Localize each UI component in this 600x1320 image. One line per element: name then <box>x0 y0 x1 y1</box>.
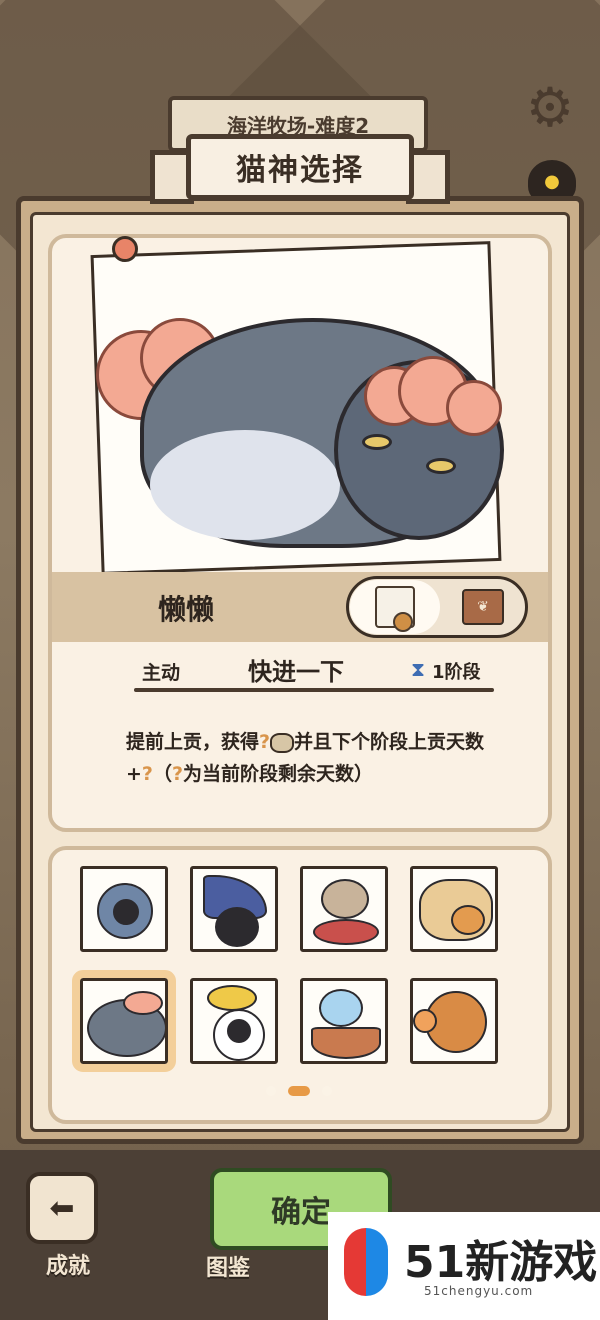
desc-text: 提前上贡，获得 <box>126 731 260 753</box>
hourglass-icon: ⧗ <box>410 657 426 681</box>
watermark-url: 51chengyu.com <box>424 1284 534 1298</box>
certificate-icon <box>375 586 415 632</box>
cat-slot-lazy-selected[interactable] <box>72 970 176 1072</box>
book-label[interactable]: 图鉴 <box>206 1250 250 1282</box>
title-banner: 猫神选择 <box>186 134 414 200</box>
cat-slot-wizard[interactable] <box>190 866 278 952</box>
question-icon: ? <box>259 731 271 753</box>
certificate-button[interactable] <box>350 580 440 634</box>
shirt-icon: ❦ <box>462 589 504 625</box>
cat-slot-siamese[interactable] <box>300 866 388 952</box>
desc-text: 为当前阶段剩余天数） <box>183 763 374 785</box>
gear-icon[interactable]: ⚙ <box>522 80 578 136</box>
tribute-icon <box>270 732 295 753</box>
pin-icon <box>112 236 138 262</box>
cat-belly <box>150 430 340 540</box>
cat-name: 懒懒 <box>158 593 215 626</box>
question-icon: ? <box>141 763 153 785</box>
skill-name: 快进一下 <box>248 658 344 686</box>
page-title: 猫神选择 <box>236 153 364 188</box>
desc-text: （ <box>152 763 172 785</box>
page-dot[interactable] <box>322 1086 332 1096</box>
cat-eye <box>426 458 456 474</box>
question-icon: ? <box>171 763 183 785</box>
cat-slot-pudding[interactable] <box>190 978 278 1064</box>
back-arrow-icon[interactable]: ⬅ <box>26 1172 98 1244</box>
skill-description: 提前上贡，获得? 并且下个阶段上贡天数+?（?为当前阶段剩余天数） <box>126 726 486 790</box>
achievement-label[interactable]: 成就 <box>46 1248 90 1280</box>
cat-slot-bread[interactable] <box>410 866 498 952</box>
cat-slot-tiger[interactable] <box>410 978 498 1064</box>
cat-slot-bath[interactable] <box>300 978 388 1064</box>
watermark-text: 51新游戏 <box>404 1237 598 1288</box>
page-dot-active[interactable] <box>288 1086 310 1096</box>
divider <box>134 688 494 692</box>
cat-fluff <box>446 380 502 436</box>
page-dot[interactable] <box>266 1086 276 1096</box>
outfit-button[interactable]: ❦ <box>442 580 524 634</box>
skill-type: 主动 <box>142 662 181 684</box>
skill-phase: 1阶段 <box>432 662 481 683</box>
watermark-logo <box>344 1228 388 1296</box>
cat-eye <box>362 434 392 450</box>
cat-slot-shark[interactable] <box>80 866 168 952</box>
